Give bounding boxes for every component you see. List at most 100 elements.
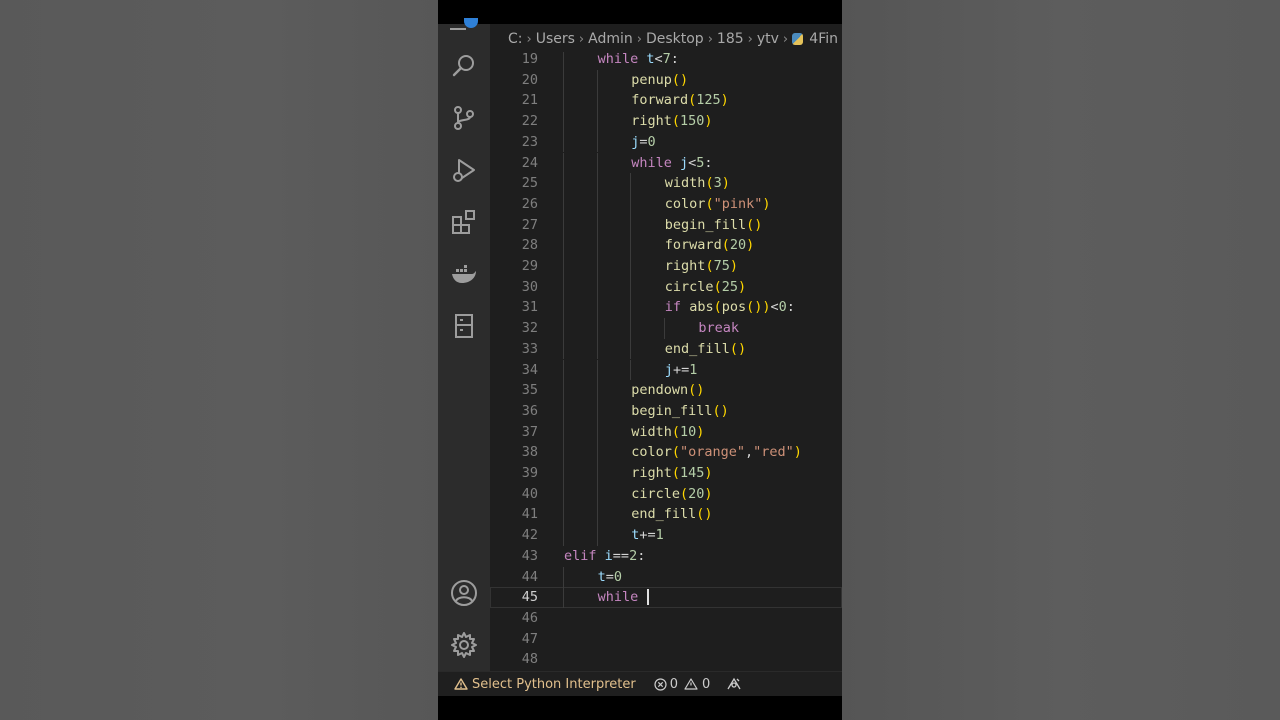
- docker-icon[interactable]: [450, 260, 478, 288]
- indent-guide: [563, 338, 564, 360]
- code-text: begin_fill(): [664, 216, 763, 233]
- code-editor[interactable]: 19 while t<7: 20 penup() 21 forward(125) 22 rig…: [490, 52, 842, 672]
- code-line[interactable]: 27 begin_fill(): [490, 214, 842, 236]
- problems-button[interactable]: 0 0: [654, 676, 711, 692]
- warning-icon: [454, 678, 468, 690]
- code-line[interactable]: 40 circle(20): [490, 483, 842, 505]
- vscode-window: C: › Users › Admin › Desktop › 185 › ytv…: [438, 18, 842, 696]
- line-number: 44: [521, 568, 538, 585]
- indent-guide: [563, 173, 564, 194]
- code-text: t=0: [597, 568, 623, 585]
- code-line[interactable]: 37 width(10): [490, 421, 842, 443]
- remote-explorer-icon[interactable]: [450, 312, 478, 340]
- line-number: 23: [521, 133, 538, 150]
- code-line[interactable]: 41 end_fill(): [490, 504, 842, 526]
- code-line[interactable]: 35 pendown(): [490, 380, 842, 401]
- indent-guide: [596, 525, 598, 546]
- indent-guide: [563, 525, 564, 546]
- code-line[interactable]: 38 color("orange","red"): [490, 442, 842, 463]
- indent-guide: [563, 463, 564, 484]
- code-line[interactable]: 31 if abs(pos())<0:: [490, 297, 842, 319]
- line-number: 26: [521, 195, 538, 212]
- chevron-right-icon: ›: [636, 31, 642, 47]
- line-number: 47: [521, 630, 538, 647]
- indent-guide: [563, 276, 564, 298]
- breadcrumb-admin[interactable]: Admin: [588, 31, 633, 47]
- chevron-right-icon: ›: [782, 31, 789, 47]
- indent-guide: [563, 193, 564, 215]
- line-number: 20: [521, 71, 538, 88]
- indent-guide: [563, 256, 564, 277]
- code-line[interactable]: 26 color("pink"): [490, 193, 842, 215]
- code-line[interactable]: 34 j+=1: [490, 359, 842, 381]
- indent-guide: [596, 193, 598, 215]
- code-line[interactable]: 22 right(150): [490, 111, 842, 132]
- indent-guide: [596, 256, 598, 277]
- line-number: 28: [521, 237, 538, 254]
- code-line[interactable]: 46: [490, 608, 842, 629]
- line-number: 46: [521, 609, 538, 626]
- indent-guide: [563, 421, 564, 443]
- code-text: while: [598, 587, 650, 608]
- code-line[interactable]: 28 forward(20): [490, 235, 842, 256]
- breadcrumb-file[interactable]: 4Fin: [809, 31, 838, 47]
- indent-guide: [596, 400, 598, 422]
- code-line[interactable]: 45 while: [490, 587, 842, 608]
- settings-gear-icon[interactable]: [450, 631, 478, 659]
- line-number: 19: [521, 52, 538, 67]
- broadcast-icon: [727, 677, 741, 690]
- indent-guide: [563, 442, 564, 463]
- code-line[interactable]: 30 circle(25): [490, 276, 842, 298]
- select-interpreter-button[interactable]: Select Python Interpreter: [454, 677, 636, 692]
- code-line[interactable]: 21 forward(125): [490, 90, 842, 112]
- line-number: 22: [521, 113, 538, 130]
- line-number: 27: [521, 216, 538, 233]
- code-line[interactable]: 19 while t<7:: [490, 52, 842, 70]
- code-text: right(150): [631, 113, 713, 130]
- code-line[interactable]: 24 while j<5:: [490, 152, 842, 174]
- extensions-icon[interactable]: [450, 208, 478, 236]
- code-line[interactable]: 36 begin_fill(): [490, 400, 842, 422]
- indent-guide: [630, 235, 632, 256]
- breadcrumb-folder[interactable]: 185: [717, 31, 744, 47]
- search-icon[interactable]: [450, 52, 478, 80]
- run-debug-icon[interactable]: [450, 156, 478, 184]
- code-line[interactable]: 39 right(145): [490, 463, 842, 484]
- code-line[interactable]: 43 elif i==2:: [490, 546, 842, 567]
- code-line[interactable]: 23 j=0: [490, 131, 842, 153]
- code-line[interactable]: 33 end_fill(): [490, 338, 842, 360]
- breadcrumb-drive[interactable]: C:: [508, 31, 523, 47]
- error-icon: [654, 677, 667, 691]
- warning-count: 0: [701, 676, 711, 692]
- code-line[interactable]: 47: [490, 629, 842, 650]
- breadcrumb-subfolder[interactable]: ytv: [757, 31, 779, 47]
- code-line[interactable]: 20 penup(): [490, 69, 842, 91]
- breadcrumb-desktop[interactable]: Desktop: [646, 31, 704, 47]
- chevron-right-icon: ›: [707, 31, 713, 47]
- indent-guide: [563, 131, 564, 153]
- indent-guide: [630, 318, 632, 339]
- code-line[interactable]: 48: [490, 649, 842, 670]
- indent-guide: [596, 173, 598, 194]
- account-icon[interactable]: [450, 579, 478, 607]
- source-control-icon[interactable]: [450, 104, 478, 132]
- code-line[interactable]: 44 t=0: [490, 566, 842, 588]
- code-line[interactable]: 42 t+=1: [490, 525, 842, 546]
- breadcrumb-users[interactable]: Users: [536, 31, 575, 47]
- code-line[interactable]: 32 break: [490, 318, 842, 339]
- indent-guide: [563, 359, 564, 381]
- code-line[interactable]: 29 right(75): [490, 256, 842, 277]
- indent-guide: [563, 90, 564, 112]
- indent-guide: [563, 400, 564, 422]
- code-text: circle(25): [664, 278, 747, 295]
- code-line[interactable]: 25 width(3): [490, 173, 842, 194]
- line-number: 34: [521, 361, 538, 378]
- code-text: j+=1: [664, 361, 698, 378]
- code-text: if abs(pos())<0:: [664, 299, 795, 316]
- blurred-background-right: [842, 0, 1280, 720]
- code-text: j=0: [631, 133, 656, 150]
- line-number: 29: [521, 258, 538, 274]
- broadcast-button[interactable]: [726, 677, 742, 691]
- indent-guide: [630, 338, 632, 360]
- code-text: begin_fill(): [631, 402, 729, 419]
